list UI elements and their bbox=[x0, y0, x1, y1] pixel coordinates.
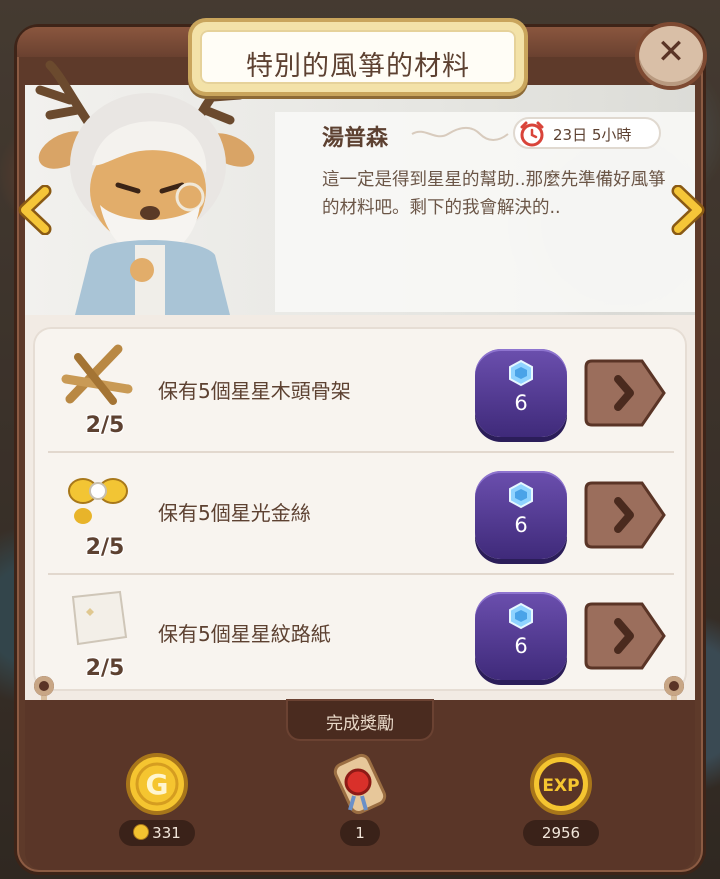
exp-icon: EXP bbox=[530, 753, 592, 815]
gem-icon bbox=[509, 481, 533, 509]
title-inner: 特別的風箏的材料 bbox=[200, 30, 516, 84]
row-divider bbox=[48, 573, 674, 575]
pin-right bbox=[664, 676, 684, 696]
paper-icon bbox=[71, 590, 128, 646]
alarm-clock-icon bbox=[520, 121, 544, 147]
page-title: 特別的風箏的材料 bbox=[246, 51, 470, 82]
quest-progress: 2/5 bbox=[85, 413, 125, 438]
chevron-left-icon[interactable] bbox=[15, 185, 55, 235]
pin-left bbox=[34, 676, 54, 696]
gold-coin-icon: G bbox=[126, 753, 188, 815]
coin-amount-pill: 331 bbox=[119, 820, 195, 846]
quest-text: 保有5個星光金絲 bbox=[158, 501, 311, 525]
coin-amount: 331 bbox=[152, 824, 181, 842]
gem-complete-button[interactable]: 6 bbox=[475, 349, 567, 437]
quest-text: 保有5個星星木頭骨架 bbox=[158, 379, 351, 403]
npc-portrait bbox=[35, 60, 255, 315]
wood-sticks-icon bbox=[61, 344, 133, 405]
quest-row: 2/5 保有5個星星木頭骨架 6 bbox=[48, 335, 674, 453]
close-button[interactable]: ✕ bbox=[639, 26, 703, 86]
chevron-right-icon[interactable] bbox=[668, 185, 708, 235]
reward-label: 完成獎勵 bbox=[326, 714, 394, 734]
go-button[interactable] bbox=[582, 479, 668, 551]
gem-cost: 6 bbox=[514, 391, 528, 415]
timer-text: 23日 5小時 bbox=[553, 126, 632, 144]
gem-complete-button[interactable]: 6 bbox=[475, 471, 567, 559]
reward-label-tab: 完成獎勵 bbox=[288, 701, 432, 739]
quest-row: 2/5 保有5個星光金絲 6 bbox=[48, 457, 674, 575]
scroll-icon bbox=[333, 753, 387, 815]
exp-amount: 2956 bbox=[523, 820, 599, 846]
go-button[interactable] bbox=[582, 357, 668, 429]
title-plate: 特別的風箏的材料 bbox=[192, 22, 524, 92]
gem-icon bbox=[509, 359, 533, 387]
gem-cost: 6 bbox=[514, 513, 528, 537]
gem-cost: 6 bbox=[514, 634, 528, 658]
close-icon: ✕ bbox=[656, 32, 686, 72]
svg-text:EXP: EXP bbox=[542, 776, 579, 796]
quest-progress: 2/5 bbox=[85, 535, 125, 560]
npc-name: 湯普森 bbox=[322, 126, 389, 151]
quest-text: 保有5個星星紋路紙 bbox=[158, 622, 331, 646]
coin-mini-icon bbox=[133, 824, 150, 840]
gem-icon bbox=[509, 602, 533, 630]
ornament-flourish bbox=[411, 127, 509, 141]
quest-progress: 2/5 bbox=[85, 656, 125, 681]
go-button[interactable] bbox=[582, 600, 668, 672]
row-divider bbox=[48, 451, 674, 453]
event-timer: 23日 5小時 bbox=[513, 117, 661, 149]
svg-text:G: G bbox=[146, 768, 169, 801]
npc-dialog-text: 這一定是得到星星的幫助..那麼先準備好風箏的材料吧。剩下的我會解決的.. bbox=[322, 170, 666, 218]
reward-exp: EXP 2956 bbox=[511, 752, 611, 852]
gold-thread-icon bbox=[68, 478, 128, 524]
quest-row: 2/5 保有5個星星紋路紙 6 bbox=[48, 578, 674, 696]
item-amount: 1 bbox=[340, 820, 380, 846]
reward-item: 1 bbox=[310, 752, 410, 852]
reward-coin: G 331 bbox=[107, 752, 207, 852]
gem-complete-button[interactable]: 6 bbox=[475, 592, 567, 680]
